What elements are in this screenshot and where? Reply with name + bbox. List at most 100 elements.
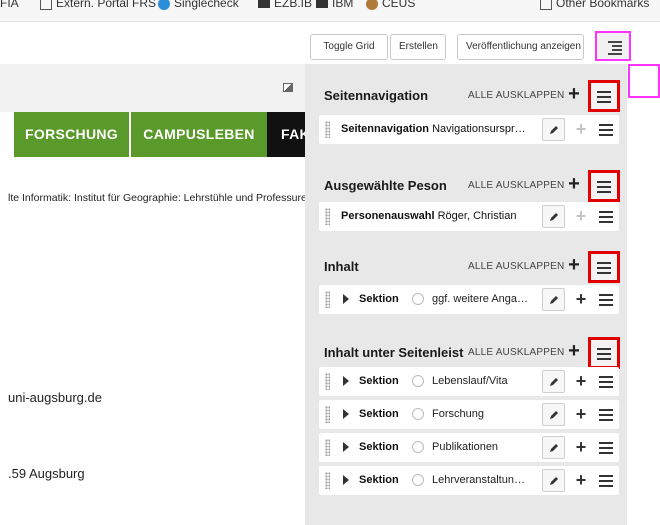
page-header xyxy=(0,64,310,112)
item-description: Forschung xyxy=(432,408,484,420)
bookmarks-bar: FIA Extern. Portal FRS Singlecheck EZB.I… xyxy=(0,0,660,22)
list-item[interactable]: Sektion Publikationen + xyxy=(319,433,619,462)
add-icon[interactable]: + xyxy=(563,84,585,106)
item-type-label: Sektion xyxy=(359,293,399,305)
list-item[interactable]: Personenauswahl Röger, Christian + xyxy=(319,202,619,231)
pencil-icon xyxy=(550,477,558,485)
nav-item-fak[interactable]: FAK xyxy=(267,112,310,157)
expand-arrow-icon[interactable] xyxy=(343,409,349,419)
edit-button[interactable] xyxy=(542,370,565,393)
item-type-label: Sektion xyxy=(359,408,399,420)
row-menu-button[interactable] xyxy=(596,118,616,141)
section-menu-button[interactable] xyxy=(588,80,620,112)
bookmark-item[interactable]: Extern. Portal FRS xyxy=(40,0,156,10)
logo-icon xyxy=(258,0,270,8)
drag-handle-icon[interactable] xyxy=(325,439,330,456)
section-title: Ausgewählte Peson xyxy=(324,178,447,193)
status-radio[interactable] xyxy=(412,474,424,486)
section-menu-button[interactable] xyxy=(588,337,620,369)
list-item[interactable]: Sektion Lebenslauf/Vita + xyxy=(319,367,619,396)
expand-all-button[interactable]: ALLE AUSKLAPPEN xyxy=(468,347,564,358)
pencil-icon xyxy=(550,213,558,221)
add-icon[interactable]: + xyxy=(571,469,591,492)
section-header: Inhalt ALLE AUSKLAPPEN + xyxy=(305,249,627,285)
drag-handle-icon[interactable] xyxy=(325,472,330,489)
expand-all-button[interactable]: ALLE AUSKLAPPEN xyxy=(468,90,564,101)
contrast-icon[interactable] xyxy=(283,83,293,92)
edit-button[interactable] xyxy=(542,469,565,492)
pencil-icon xyxy=(550,296,558,304)
component-panel: Seitennavigation ALLE AUSKLAPPEN + Seitenna… xyxy=(305,64,627,525)
list-item[interactable]: Seitennavigation Navigationsurspr… + xyxy=(319,115,619,144)
expand-all-button[interactable]: ALLE AUSKLAPPEN xyxy=(468,180,564,191)
add-icon[interactable]: + xyxy=(563,341,585,363)
item-description: Lebenslauf/Vita xyxy=(432,375,508,387)
add-icon[interactable]: + xyxy=(571,288,591,311)
item-description: Publikationen xyxy=(432,441,499,453)
bookmark-item[interactable]: Other Bookmarks xyxy=(540,0,649,10)
section-menu-button[interactable] xyxy=(588,170,620,202)
add-icon[interactable]: + xyxy=(571,370,591,393)
bookmark-item[interactable]: IBM xyxy=(316,0,353,10)
toggle-panel-button[interactable] xyxy=(595,31,631,61)
status-radio[interactable] xyxy=(412,375,424,387)
item-type-label: Seitennavigation xyxy=(341,123,430,135)
list-item[interactable]: Sektion ggf. weitere Anga… + xyxy=(319,285,619,314)
globe-icon xyxy=(158,0,170,10)
badge-icon xyxy=(366,0,378,10)
pencil-icon xyxy=(550,378,558,386)
edit-button[interactable] xyxy=(542,205,565,228)
bookmark-item[interactable]: CEUS xyxy=(366,0,415,10)
list-item[interactable]: Sektion Lehrveranstaltun… + xyxy=(319,466,619,495)
edit-button[interactable] xyxy=(542,118,565,141)
create-button[interactable]: Erstellen xyxy=(390,34,446,60)
item-type-label: Sektion xyxy=(359,441,399,453)
list-item[interactable]: Sektion Forschung + xyxy=(319,400,619,429)
section-title: Inhalt xyxy=(324,259,359,274)
toggle-grid-button[interactable]: Toggle Grid xyxy=(310,34,388,60)
section-title: Inhalt unter Seitenleist xyxy=(324,345,464,360)
drag-handle-icon[interactable] xyxy=(325,121,330,138)
item-description: ggf. weitere Anga… xyxy=(432,293,529,305)
item-label: Personenauswahl Röger, Christian xyxy=(341,210,535,222)
add-icon[interactable]: + xyxy=(571,436,591,459)
row-menu-button[interactable] xyxy=(596,469,616,492)
add-icon[interactable]: + xyxy=(563,174,585,196)
row-menu-button[interactable] xyxy=(596,403,616,426)
drag-handle-icon[interactable] xyxy=(325,291,330,308)
row-menu-button[interactable] xyxy=(596,436,616,459)
bookmark-item[interactable]: EZB.IB xyxy=(258,0,312,10)
expand-all-button[interactable]: ALLE AUSKLAPPEN xyxy=(468,261,564,272)
edit-button[interactable] xyxy=(542,288,565,311)
row-menu-button[interactable] xyxy=(596,205,616,228)
highlight-box xyxy=(628,64,660,98)
bookmark-item[interactable]: Singlecheck xyxy=(158,0,239,10)
nav-item-forschung[interactable]: FORSCHUNG xyxy=(14,112,129,157)
pencil-icon xyxy=(550,444,558,452)
expand-arrow-icon[interactable] xyxy=(343,294,349,304)
nav-item-campusleben[interactable]: CAMPUSLEBEN xyxy=(129,112,267,157)
drag-handle-icon[interactable] xyxy=(325,406,330,423)
status-radio[interactable] xyxy=(412,408,424,420)
edit-button[interactable] xyxy=(542,403,565,426)
row-menu-button[interactable] xyxy=(596,370,616,393)
section-menu-button[interactable] xyxy=(588,251,620,283)
row-menu-button[interactable] xyxy=(596,288,616,311)
add-icon[interactable]: + xyxy=(563,255,585,277)
add-icon[interactable]: + xyxy=(571,403,591,426)
expand-arrow-icon[interactable] xyxy=(343,475,349,485)
expand-arrow-icon[interactable] xyxy=(343,442,349,452)
bookmark-item[interactable]: FIA xyxy=(0,0,19,10)
status-radio[interactable] xyxy=(412,293,424,305)
section-header: Seitennavigation ALLE AUSKLAPPEN + xyxy=(305,78,627,114)
expand-arrow-icon[interactable] xyxy=(343,376,349,386)
page-icon xyxy=(40,0,52,10)
drag-handle-icon[interactable] xyxy=(325,373,330,390)
edit-button[interactable] xyxy=(542,436,565,459)
item-description: Navigationsurspr… xyxy=(432,123,526,135)
show-publication-button[interactable]: Veröffentlichung anzeigen xyxy=(457,34,584,60)
drag-handle-icon[interactable] xyxy=(325,208,330,225)
status-radio[interactable] xyxy=(412,441,424,453)
add-icon[interactable]: + xyxy=(571,205,591,228)
add-icon[interactable]: + xyxy=(571,118,591,141)
